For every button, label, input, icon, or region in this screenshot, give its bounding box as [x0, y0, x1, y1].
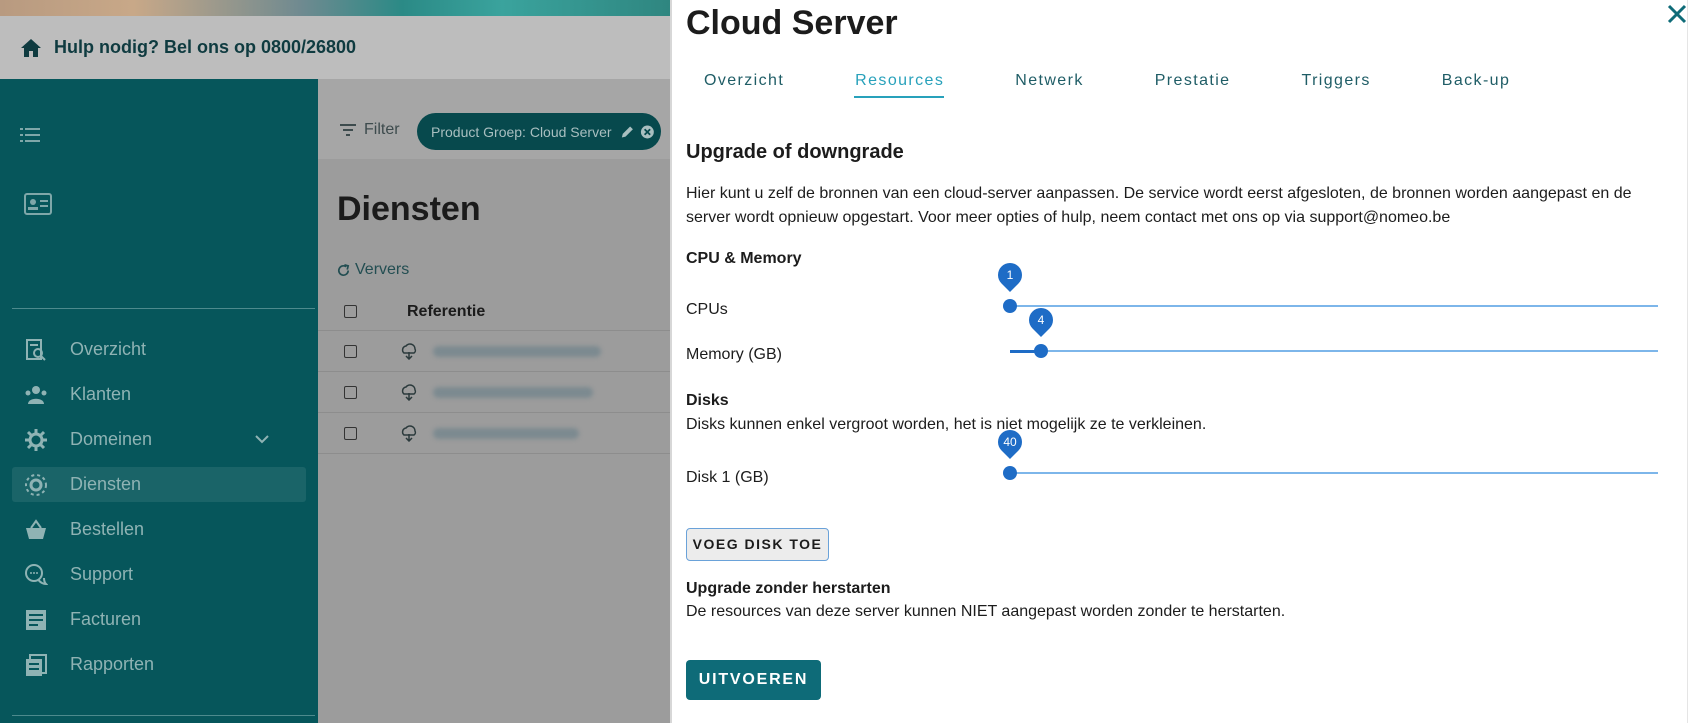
cpu-memory-title: CPU & Memory [686, 250, 802, 267]
row-checkbox[interactable] [344, 385, 357, 399]
sidebar-item-label: Rapporten [70, 654, 155, 674]
redacted-reference [433, 345, 601, 357]
slider-value-bubble: 1 [993, 258, 1027, 292]
column-header-referentie[interactable]: Referentie [407, 303, 485, 321]
sidebar-item-diensten[interactable]: Diensten [12, 467, 306, 502]
filter-chip[interactable]: Product Groep: Cloud Server [417, 113, 661, 150]
help-bar: Hulp nodig? Bel ons op 0800/26800 [0, 16, 670, 79]
refresh-button[interactable]: Ververs [336, 261, 409, 279]
no-restart-title: Upgrade zonder herstarten [686, 580, 891, 597]
services-gear-icon [25, 473, 47, 496]
users-icon [25, 385, 47, 404]
gear-icon [25, 428, 47, 451]
sidebar-item-bestellen[interactable]: Bestellen [12, 512, 306, 547]
slider-thumb[interactable] [1034, 344, 1049, 358]
select-all-checkbox[interactable] [344, 305, 357, 318]
drawer-title: Cloud Server [686, 4, 898, 42]
disks-title: Disks [686, 392, 729, 409]
pencil-icon[interactable] [620, 124, 635, 140]
sidebar-item-overzicht[interactable]: Overzicht [12, 332, 306, 367]
chat-icon [25, 563, 48, 585]
refresh-label: Ververs [355, 261, 410, 278]
filter-button[interactable]: Filter [340, 121, 400, 139]
sidebar: Overzicht Klanten Domeinen Diensten Best… [0, 79, 318, 723]
close-icon[interactable] [1666, 3, 1688, 25]
basket-icon [26, 518, 46, 539]
memory-value: 4 [1037, 313, 1045, 327]
help-phone-text: Hulp nodig? Bel ons op 0800/26800 [54, 37, 357, 57]
tab-triggers[interactable]: Triggers [1283, 66, 1387, 98]
clear-icon[interactable] [640, 124, 655, 140]
sidebar-item-label: Overzicht [70, 339, 147, 359]
chevron-down-icon[interactable] [254, 432, 270, 446]
disk1-slider[interactable]: 40 [993, 425, 1658, 480]
tab-overzicht[interactable]: Overzicht [686, 66, 801, 98]
no-restart-text: De resources van deze server kunnen NIET… [686, 603, 1286, 620]
cloud-icon [401, 343, 417, 360]
row-checkbox[interactable] [344, 344, 357, 358]
drawer-scrollbar[interactable] [1687, 0, 1695, 723]
add-disk-button[interactable]: VOEG DISK TOE [686, 528, 829, 561]
redacted-reference [433, 427, 579, 439]
sidebar-item-label: Bestellen [70, 519, 145, 539]
execute-button[interactable]: UITVOEREN [686, 660, 821, 700]
tab-back-up[interactable]: Back-up [1424, 66, 1528, 98]
sidebar-item-rapporten[interactable]: Rapporten [12, 647, 306, 682]
sidebar-divider [12, 715, 315, 716]
sidebar-item-support[interactable]: Support [12, 557, 306, 592]
cloud-icon [401, 384, 417, 401]
sidebar-item-label: Support [70, 564, 134, 584]
cpus-label: CPUs [686, 301, 728, 318]
memory-slider[interactable]: 4 [1010, 303, 1658, 358]
sidebar-item-facturen[interactable]: Facturen [12, 602, 306, 637]
disk1-value: 40 [1003, 435, 1017, 449]
row-checkbox[interactable] [344, 426, 357, 440]
cloud-icon [401, 425, 417, 442]
section-title: Upgrade of downgrade [686, 141, 904, 163]
slider-value-bubble: 40 [993, 425, 1027, 459]
table-row[interactable] [318, 413, 670, 454]
section-description: Hier kunt u zelf de bronnen van een clou… [686, 185, 1632, 226]
overview-icon [26, 338, 46, 361]
refresh-icon [337, 263, 350, 276]
list-menu-icon[interactable] [20, 126, 40, 144]
sidebar-item-label: Diensten [70, 474, 142, 494]
sidebar-item-label: Domeinen [70, 429, 153, 449]
page-title: Diensten [337, 190, 481, 228]
slider-thumb[interactable] [1003, 466, 1017, 480]
disk1-label: Disk 1 (GB) [686, 469, 769, 486]
table-row[interactable] [318, 331, 670, 372]
sidebar-item-domeinen[interactable]: Domeinen [12, 422, 306, 457]
drawer-tabs: Overzicht Resources Netwerk Prestatie Tr… [686, 66, 1563, 98]
filter-chip-label: Product Groep: Cloud Server [431, 123, 612, 140]
cpus-value: 1 [1006, 268, 1014, 282]
disks-note: Disks kunnen enkel vergroot worden, het … [686, 416, 1207, 433]
sidebar-item-label: Facturen [70, 609, 142, 629]
memory-label: Memory (GB) [686, 346, 782, 363]
sidebar-nav: Overzicht Klanten Domeinen Diensten Best… [12, 332, 306, 692]
filter-icon [340, 124, 356, 136]
sidebar-item-label: Klanten [70, 384, 132, 404]
contact-card-icon[interactable] [24, 192, 52, 216]
table-row[interactable] [318, 372, 670, 413]
redacted-reference [433, 386, 593, 398]
table-header: Referentie [318, 293, 670, 331]
sidebar-item-klanten[interactable]: Klanten [12, 377, 306, 412]
cpus-slider[interactable]: 1 [993, 258, 1658, 313]
tab-prestatie[interactable]: Prestatie [1137, 66, 1248, 98]
home-icon[interactable] [18, 37, 44, 59]
slider-value-bubble: 4 [1024, 303, 1059, 337]
sidebar-divider [12, 308, 315, 309]
header-photo [0, 0, 670, 16]
services-table: Referentie [318, 293, 670, 454]
slider-thumb[interactable] [1003, 299, 1017, 313]
reports-icon [26, 653, 47, 676]
filter-label: Filter [364, 121, 400, 138]
invoice-icon [26, 609, 46, 630]
tab-resources[interactable]: Resources [837, 66, 961, 98]
tab-netwerk[interactable]: Netwerk [997, 66, 1100, 98]
